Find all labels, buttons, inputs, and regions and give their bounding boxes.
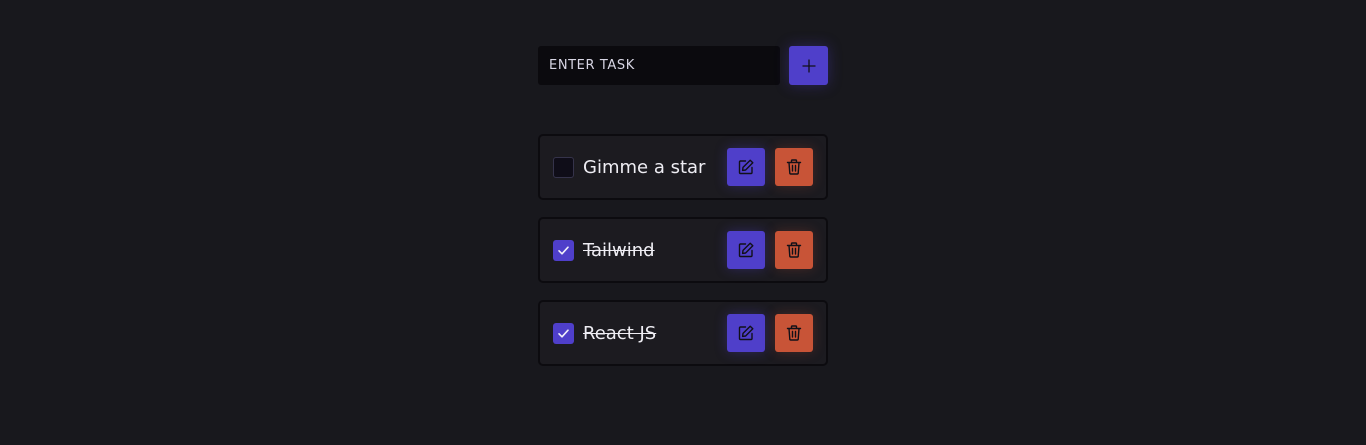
task-list: Gimme a star Tailwind React JS <box>538 134 828 366</box>
task-item: Gimme a star <box>538 134 828 200</box>
task-input[interactable] <box>538 46 780 85</box>
edit-icon <box>738 242 754 258</box>
delete-button[interactable] <box>775 148 813 186</box>
trash-icon <box>786 325 802 341</box>
todo-app: Gimme a star Tailwind <box>538 46 828 383</box>
edit-icon <box>738 325 754 341</box>
task-text: Gimme a star <box>583 156 706 178</box>
task-checkbox[interactable] <box>553 322 574 344</box>
edit-button[interactable] <box>727 314 765 352</box>
edit-button[interactable] <box>727 148 765 186</box>
trash-icon <box>786 242 802 258</box>
plus-icon <box>801 58 816 73</box>
task-checkbox[interactable] <box>553 156 574 178</box>
edit-button[interactable] <box>727 231 765 269</box>
task-text: React JS <box>583 322 657 344</box>
task-text: Tailwind <box>583 239 655 261</box>
delete-button[interactable] <box>775 314 813 352</box>
delete-button[interactable] <box>775 231 813 269</box>
task-item: React JS <box>538 300 828 366</box>
check-icon <box>558 245 569 255</box>
add-task-button[interactable] <box>789 46 828 85</box>
task-checkbox[interactable] <box>553 239 574 261</box>
trash-icon <box>786 159 802 175</box>
check-icon <box>558 328 569 338</box>
task-item: Tailwind <box>538 217 828 283</box>
edit-icon <box>738 159 754 175</box>
add-task-row <box>538 46 828 85</box>
